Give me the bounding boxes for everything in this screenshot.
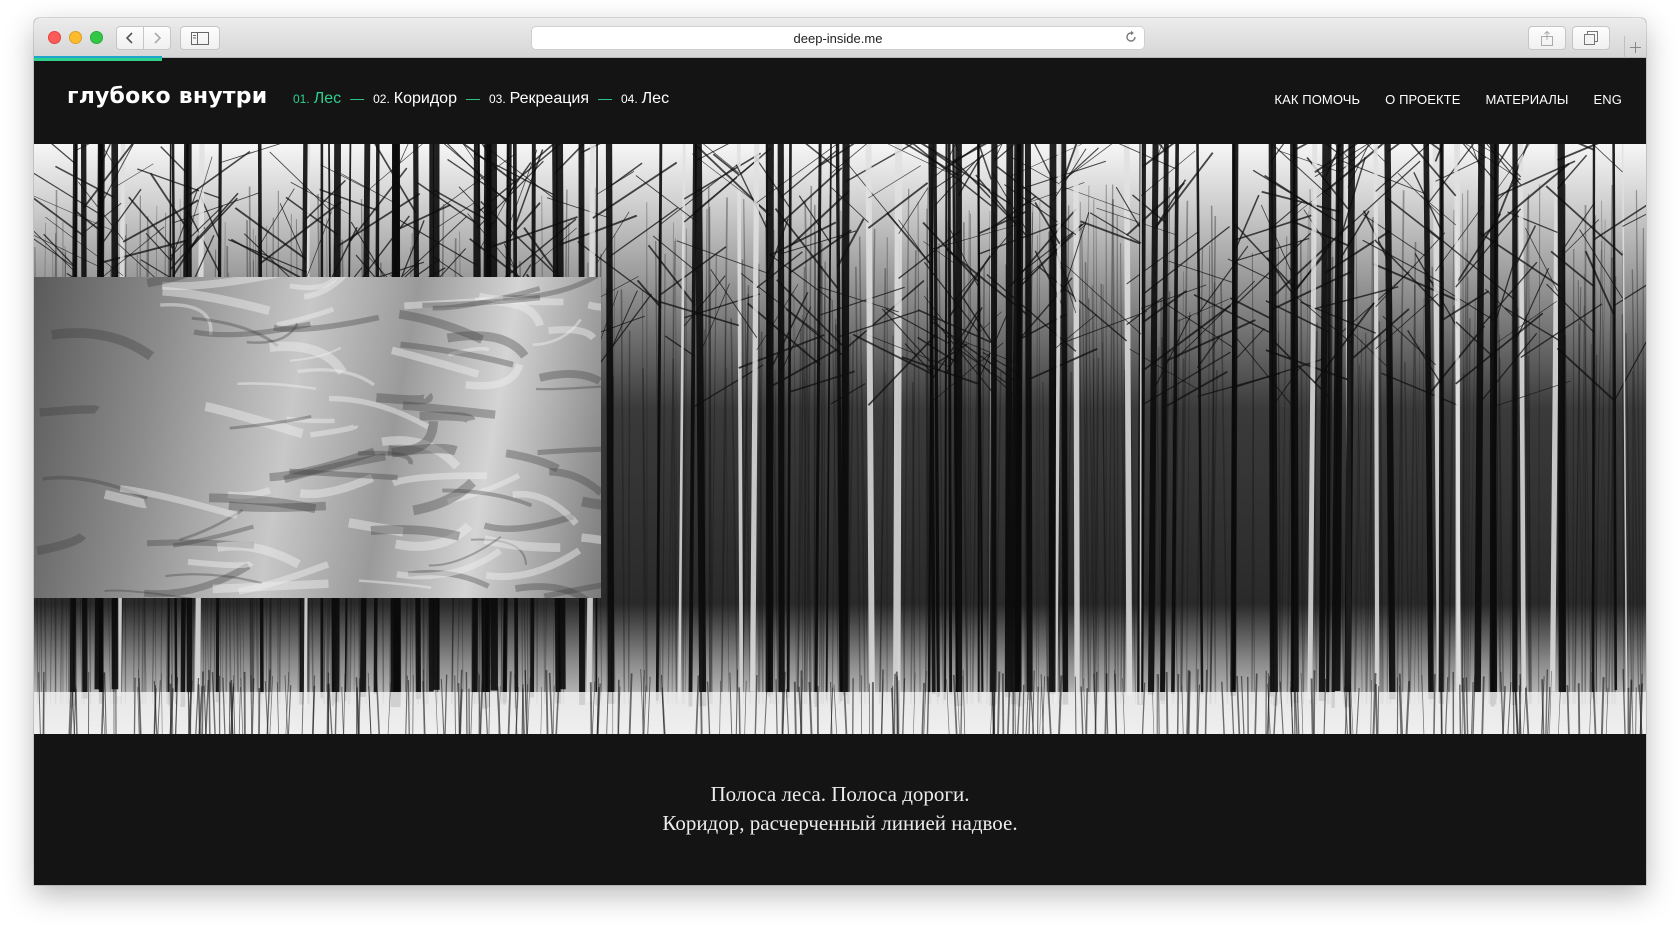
chapter-link-1[interactable]: 01. Лес xyxy=(293,90,341,108)
share-button[interactable] xyxy=(1528,26,1566,50)
browser-window: deep-inside.me глубоко внутри 01. Лес — … xyxy=(34,18,1646,885)
show-tabs-button[interactable] xyxy=(1572,26,1610,50)
chapter-separator: — xyxy=(597,90,612,106)
sidebar-button[interactable] xyxy=(180,26,220,50)
menu-link-language[interactable]: ENG xyxy=(1594,92,1622,107)
tabs-icon xyxy=(1584,31,1598,45)
hero-forest-image xyxy=(34,144,1646,734)
caption-text: Полоса леса. Полоса дороги. Коридор, рас… xyxy=(34,780,1646,838)
caption-section: Полоса леса. Полоса дороги. Коридор, рас… xyxy=(34,734,1646,885)
close-window-button[interactable] xyxy=(48,31,61,44)
zoom-window-button[interactable] xyxy=(90,31,103,44)
reading-progress-bar xyxy=(34,58,162,61)
browser-toolbar: deep-inside.me xyxy=(34,18,1646,58)
road-overlay-image xyxy=(34,277,601,598)
chapter-number: 04. xyxy=(620,92,638,106)
chapter-label: Лес xyxy=(641,90,670,107)
chapter-label: Рекреация xyxy=(509,90,589,107)
forward-button[interactable] xyxy=(143,26,171,50)
minimize-window-button[interactable] xyxy=(69,31,82,44)
chapter-number: 02. xyxy=(373,92,390,106)
menu-link-how-to-help[interactable]: КАК ПОМОЧЬ xyxy=(1274,92,1360,107)
caption-line-1: Полоса леса. Полоса дороги. xyxy=(710,782,970,806)
share-icon xyxy=(1541,30,1553,46)
chapter-label: Лес xyxy=(313,90,342,107)
chapter-number: 01. xyxy=(293,92,310,106)
chapter-separator: — xyxy=(465,90,480,106)
url-text: deep-inside.me xyxy=(793,31,883,46)
menu-link-materials[interactable]: МАТЕРИАЛЫ xyxy=(1486,92,1569,107)
caption-line-2: Коридор, расчерченный линией надвое. xyxy=(662,811,1018,835)
chapter-nav: 01. Лес — 02. Коридор — 03. Рекреация — … xyxy=(293,90,669,108)
site-header: глубоко внутри 01. Лес — 02. Коридор — 0… xyxy=(34,58,1646,144)
chapter-number: 03. xyxy=(488,92,506,106)
road-texture xyxy=(36,277,601,598)
back-button[interactable] xyxy=(116,26,144,50)
back-icon xyxy=(125,32,133,44)
forward-icon xyxy=(154,32,162,44)
chapter-separator: — xyxy=(350,90,365,106)
main-menu: КАК ПОМОЧЬ О ПРОЕКТЕ МАТЕРИАЛЫ ENG xyxy=(1249,92,1622,107)
menu-link-about[interactable]: О ПРОЕКТЕ xyxy=(1385,92,1460,107)
chapter-label: Коридор xyxy=(393,90,457,107)
sidebar-icon xyxy=(191,31,209,45)
new-tab-button[interactable] xyxy=(1624,36,1646,58)
reload-icon[interactable] xyxy=(1124,30,1138,44)
plus-icon xyxy=(1630,41,1641,53)
address-bar[interactable]: deep-inside.me xyxy=(531,26,1145,50)
chapter-link-2[interactable]: 02. Коридор xyxy=(373,90,457,108)
chapter-link-3[interactable]: 03. Рекреация xyxy=(489,90,589,108)
site-logo[interactable]: глубоко внутри xyxy=(67,84,267,109)
chapter-link-4[interactable]: 04. Лес xyxy=(621,90,669,108)
